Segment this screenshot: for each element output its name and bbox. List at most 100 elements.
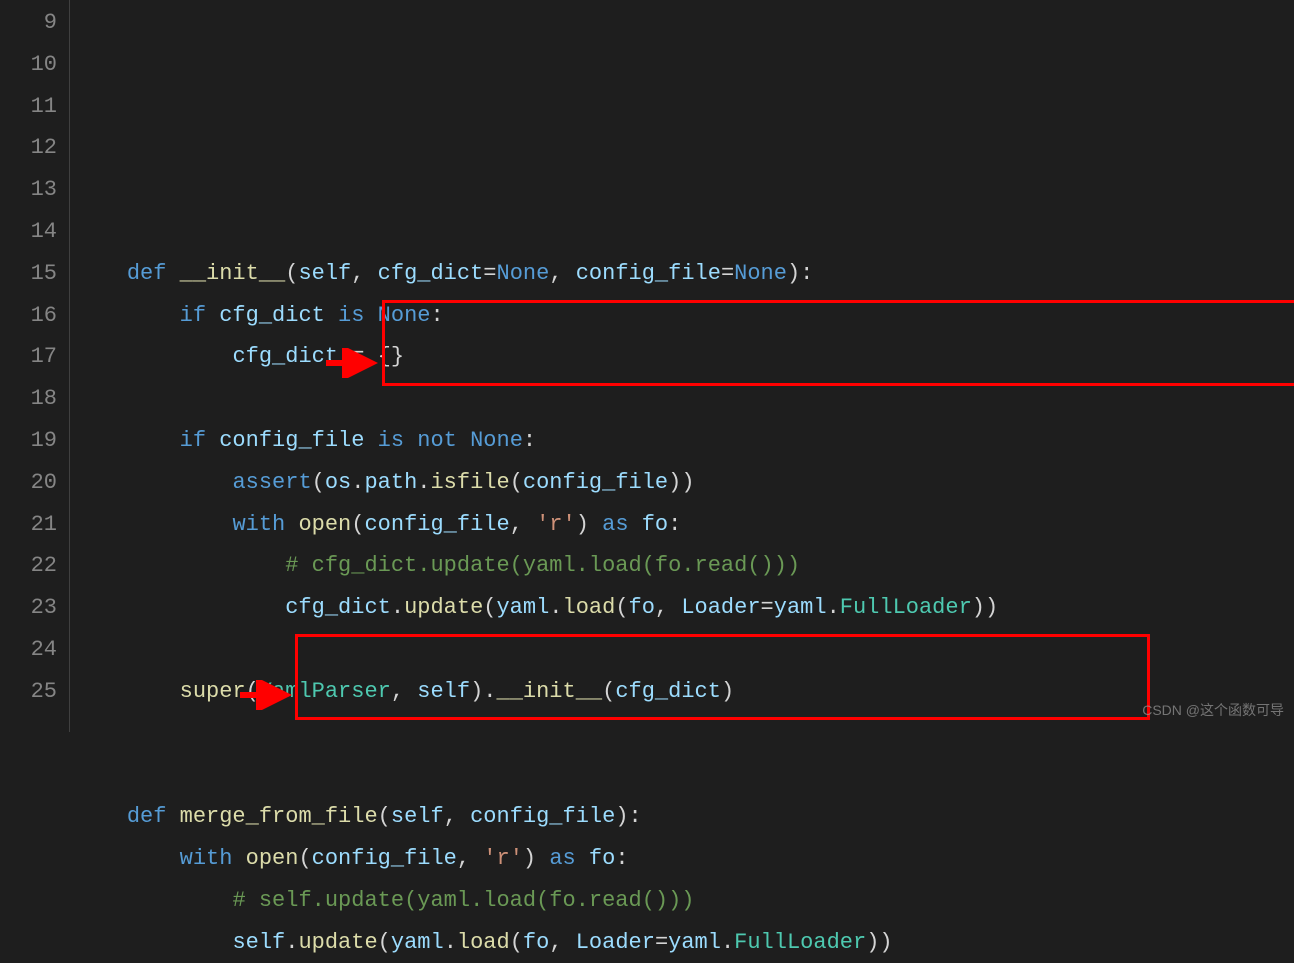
code-token: ( [615,595,628,620]
code-token: : [615,846,628,871]
line-number: 20 [0,462,57,504]
code-token: __init__ [180,261,286,286]
code-line[interactable]: # cfg_dict.update(yaml.load(fo.read())) [70,545,1294,587]
code-line[interactable]: def __init__(self, cfg_dict=None, config… [70,253,1294,295]
code-token: ( [312,470,325,495]
code-line[interactable] [70,754,1294,796]
code-token: cfg_dict [285,595,391,620]
line-number: 11 [0,86,57,128]
code-token: yaml [496,595,549,620]
code-line[interactable]: cfg_dict = {} [70,336,1294,378]
line-number: 25 [0,671,57,713]
code-token: = [721,261,734,286]
code-token: fo [589,846,615,871]
code-token: cfg_dict [232,344,338,369]
code-token: ( [298,846,311,871]
code-token: yaml [668,930,721,955]
code-line[interactable]: self.update(yaml.load(fo, Loader=yaml.Fu… [70,922,1294,963]
line-number: 22 [0,545,57,587]
code-token: config_file [364,512,509,537]
code-token: cfg_dict [615,679,721,704]
code-line[interactable]: with open(config_file, 'r') as fo: [70,838,1294,880]
code-token: , [351,261,377,286]
code-token: load [563,595,616,620]
code-token: fo [642,512,668,537]
code-line[interactable]: with open(config_file, 'r') as fo: [70,504,1294,546]
code-line[interactable]: def merge_from_file(self, config_file): [70,796,1294,838]
code-token: ). [470,679,496,704]
line-number: 18 [0,378,57,420]
code-token: def [127,261,180,286]
code-line[interactable]: cfg_dict.update(yaml.load(fo, Loader=yam… [70,587,1294,629]
code-token: Loader [681,595,760,620]
code-token: 'r' [483,846,523,871]
code-token: . [417,470,430,495]
code-token: . [285,930,298,955]
line-number: 13 [0,169,57,211]
code-token: None [470,428,523,453]
code-line[interactable] [70,378,1294,420]
code-token: , [510,512,536,537]
code-line[interactable] [70,629,1294,671]
code-token: as [549,846,589,871]
code-token: open [298,512,351,537]
code-token: = [483,261,496,286]
code-token: )) [866,930,892,955]
code-token: yaml [391,930,444,955]
code-token: super [180,679,246,704]
code-line[interactable] [70,713,1294,755]
code-line[interactable]: if config_file is not None: [70,420,1294,462]
code-token: update [404,595,483,620]
code-token: load [457,930,510,955]
code-line[interactable]: if cfg_dict is None: [70,295,1294,337]
line-number: 9 [0,2,57,44]
code-token: . [549,595,562,620]
code-line[interactable]: assert(os.path.isfile(config_file)) [70,462,1294,504]
code-token: 'r' [536,512,576,537]
code-token: self [417,679,470,704]
code-token: ( [510,930,523,955]
code-token: YamlParser [259,679,391,704]
code-token: update [298,930,377,955]
line-number: 10 [0,44,57,86]
code-token: # self.update(yaml.load(fo.read())) [232,888,694,913]
code-token: fo [523,930,549,955]
code-token: config_file [219,428,364,453]
code-token: )) [972,595,998,620]
code-token: ( [285,261,298,286]
code-token: ( [602,679,615,704]
code-token: __init__ [497,679,603,704]
code-token: cfg_dict [219,303,325,328]
code-token: , [444,804,470,829]
code-token: self [298,261,351,286]
code-token: : [430,303,443,328]
code-token: , [549,261,575,286]
code-token: ) [523,846,549,871]
line-number: 12 [0,127,57,169]
code-token: . [391,595,404,620]
code-token: . [827,595,840,620]
code-token: : [668,512,681,537]
line-number: 21 [0,504,57,546]
code-token: config_file [470,804,615,829]
code-token: self [232,930,285,955]
line-number: 15 [0,253,57,295]
code-token: ( [378,804,391,829]
code-token: merge_from_file [180,804,378,829]
code-token: config_file [576,261,721,286]
code-editor[interactable]: 910111213141516171819202122232425 def __… [0,0,1294,732]
code-token: , [391,679,417,704]
code-token: = [655,930,668,955]
code-line[interactable]: # self.update(yaml.load(fo.read())) [70,880,1294,922]
code-token: ( [510,470,523,495]
code-area[interactable]: def __init__(self, cfg_dict=None, config… [70,0,1294,732]
code-token: ( [483,595,496,620]
code-token: if [180,428,220,453]
code-token: as [602,512,642,537]
code-token: cfg_dict [378,261,484,286]
code-token: def [127,804,180,829]
code-token: ( [378,930,391,955]
code-token: None [378,303,431,328]
code-token: , [655,595,681,620]
code-line[interactable]: super(YamlParser, self).__init__(cfg_dic… [70,671,1294,713]
